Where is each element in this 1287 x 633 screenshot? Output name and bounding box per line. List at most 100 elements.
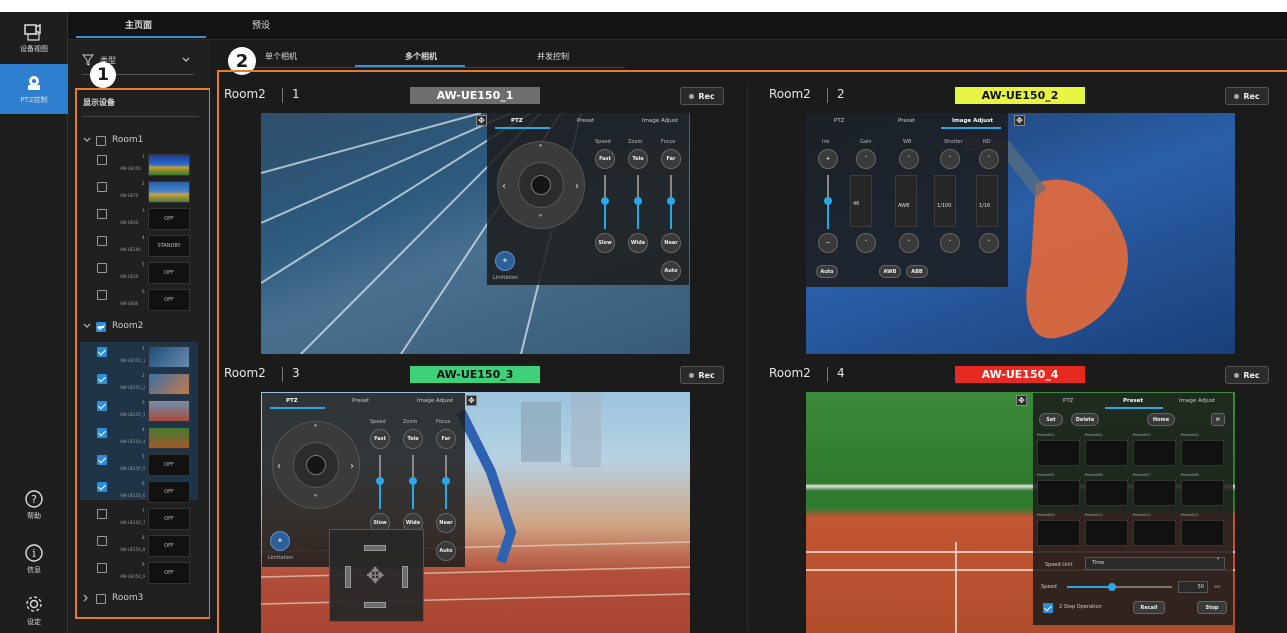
overlay-move-handle[interactable]: ✥ bbox=[466, 395, 477, 406]
control-bottom-button[interactable]: Slow bbox=[595, 233, 615, 253]
overlay-tab[interactable]: Image Adjust bbox=[642, 118, 678, 124]
adjust-up-button[interactable]: ˄ bbox=[856, 149, 876, 169]
limitation-button[interactable]: ✥ bbox=[270, 531, 290, 551]
device-checkbox[interactable] bbox=[97, 236, 107, 246]
slider-knob[interactable] bbox=[376, 477, 384, 485]
settings-button[interactable]: 设定 bbox=[0, 588, 68, 632]
control-top-button[interactable]: Fast bbox=[370, 429, 390, 449]
slider-knob[interactable] bbox=[824, 197, 832, 205]
control-bottom-button[interactable]: Near bbox=[436, 513, 456, 533]
control-bottom-button[interactable]: Near bbox=[661, 233, 681, 253]
adjust-down-button[interactable]: ˅ bbox=[856, 233, 876, 253]
preset-slot[interactable] bbox=[1085, 440, 1128, 466]
control-top-button[interactable]: Far bbox=[661, 149, 681, 169]
adjust-down-button[interactable]: ˅ bbox=[979, 233, 999, 253]
device-row[interactable]: 1 AW-UE150 bbox=[84, 152, 204, 179]
overlay-tab[interactable]: PTZ bbox=[511, 118, 523, 124]
slider-knob[interactable] bbox=[442, 477, 450, 485]
device-row[interactable]: 4 AW-UE100 STANDBY bbox=[84, 233, 204, 260]
abb-button[interactable]: ABB bbox=[906, 265, 928, 278]
device-row[interactable]: 3 AW-UE150_3 bbox=[84, 398, 204, 425]
device-row[interactable]: 7 AW-UE150_7 OFF bbox=[84, 506, 204, 533]
adjust-up-button[interactable]: + bbox=[818, 149, 838, 169]
slider-knob[interactable] bbox=[601, 197, 609, 205]
limit-down-bar[interactable] bbox=[364, 602, 386, 608]
device-row[interactable]: 6 AW-UE80 OFF bbox=[84, 287, 204, 314]
device-checkbox[interactable] bbox=[97, 374, 107, 384]
device-checkbox[interactable] bbox=[97, 455, 107, 465]
preset-home-button[interactable]: Home bbox=[1147, 413, 1175, 426]
group-checkbox[interactable] bbox=[96, 136, 106, 146]
control-top-button[interactable]: Fast bbox=[595, 149, 615, 169]
group-room1[interactable]: Room1 bbox=[82, 134, 192, 148]
auto-iris-button[interactable]: Auto bbox=[816, 265, 838, 278]
control-top-button[interactable]: Tele bbox=[403, 429, 423, 449]
tab-main[interactable]: 主页面 bbox=[125, 18, 152, 31]
preset-slot[interactable] bbox=[1181, 480, 1224, 506]
device-row[interactable]: 5 AW-UE150_5 OFF bbox=[84, 452, 204, 479]
pan-tilt-center[interactable] bbox=[531, 175, 551, 195]
record-button[interactable]: Rec bbox=[1225, 366, 1269, 384]
speed-slider-knob[interactable] bbox=[1108, 583, 1116, 591]
preset-delete-button[interactable]: Delete bbox=[1071, 413, 1099, 426]
limitation-button[interactable]: ✥ bbox=[495, 251, 515, 271]
record-button[interactable]: Rec bbox=[680, 87, 724, 105]
device-checkbox[interactable] bbox=[97, 563, 107, 573]
device-checkbox[interactable] bbox=[97, 401, 107, 411]
auto-focus-button[interactable]: Auto bbox=[661, 261, 681, 281]
device-checkbox[interactable] bbox=[97, 182, 107, 192]
stop-button[interactable]: Stop bbox=[1197, 601, 1227, 614]
control-bottom-button[interactable]: Wide bbox=[628, 233, 648, 253]
overlay-move-handle[interactable]: ✥ bbox=[476, 115, 487, 126]
preset-slot[interactable] bbox=[1181, 520, 1224, 546]
group-room3[interactable]: Room3 bbox=[82, 592, 192, 606]
iris-slider[interactable] bbox=[824, 175, 832, 229]
overlay-tab[interactable]: Image Adjust bbox=[1179, 398, 1215, 404]
limitation-popup[interactable]: ✥ bbox=[329, 529, 424, 622]
control-slider[interactable] bbox=[409, 455, 417, 509]
slider-knob[interactable] bbox=[667, 197, 675, 205]
record-button[interactable]: Rec bbox=[680, 366, 724, 384]
speed-slider[interactable] bbox=[1067, 583, 1172, 591]
tab-sync-control[interactable]: 并发控制 bbox=[537, 51, 569, 62]
slider-knob[interactable] bbox=[409, 477, 417, 485]
preset-slot[interactable] bbox=[1133, 520, 1176, 546]
tab-multi-camera[interactable]: 多个相机 bbox=[405, 51, 437, 62]
limit-left-bar[interactable] bbox=[345, 566, 351, 588]
device-row[interactable]: 2 AW-UE150_2 bbox=[84, 371, 204, 398]
info-button[interactable]: i 信息 bbox=[0, 538, 68, 580]
device-checkbox[interactable] bbox=[97, 263, 107, 273]
control-slider[interactable] bbox=[442, 455, 450, 509]
device-checkbox[interactable] bbox=[97, 347, 107, 357]
preset-slot[interactable] bbox=[1037, 480, 1080, 506]
device-checkbox[interactable] bbox=[97, 209, 107, 219]
device-row[interactable]: 5 AW-UE20 OFF bbox=[84, 260, 204, 287]
adjust-up-button[interactable]: ˄ bbox=[899, 149, 919, 169]
device-view-button[interactable]: 设备视图 bbox=[0, 14, 68, 62]
overlay-tab[interactable]: Preset bbox=[1123, 398, 1143, 404]
control-top-button[interactable]: Far bbox=[436, 429, 456, 449]
limit-up-bar[interactable] bbox=[364, 545, 386, 551]
help-button[interactable]: ? 帮助 bbox=[0, 484, 68, 526]
tab-single-camera[interactable]: 单个相机 bbox=[265, 51, 297, 62]
preset-slot[interactable] bbox=[1037, 440, 1080, 466]
record-button[interactable]: Rec bbox=[1225, 87, 1269, 105]
preset-slot[interactable] bbox=[1037, 520, 1080, 546]
overlay-tab[interactable]: Preset bbox=[352, 398, 369, 404]
control-slider[interactable] bbox=[376, 455, 384, 509]
control-slider[interactable] bbox=[667, 175, 675, 229]
overlay-move-handle[interactable]: ✥ bbox=[1016, 395, 1027, 406]
adjust-up-button[interactable]: ˄ bbox=[940, 149, 960, 169]
recall-button[interactable]: Recall bbox=[1133, 601, 1165, 614]
device-row[interactable]: 3 AW-HE40 OFF bbox=[84, 206, 204, 233]
device-checkbox[interactable] bbox=[97, 290, 107, 300]
control-slider[interactable] bbox=[634, 175, 642, 229]
refresh-button[interactable]: ⟳ bbox=[1211, 413, 1225, 426]
adjust-down-button[interactable]: ˅ bbox=[899, 233, 919, 253]
device-row[interactable]: 6 AW-UE150_6 OFF bbox=[84, 479, 204, 506]
pan-tilt-pad[interactable]: ‹ › ˄ ˅ bbox=[497, 141, 585, 229]
device-row[interactable]: 9 AW-UE150_9 OFF bbox=[84, 560, 204, 587]
pan-tilt-pad[interactable]: ‹ › ˄ ˅ bbox=[272, 421, 360, 509]
preset-slot[interactable] bbox=[1133, 480, 1176, 506]
overlay-tab[interactable]: PTZ bbox=[286, 398, 298, 404]
